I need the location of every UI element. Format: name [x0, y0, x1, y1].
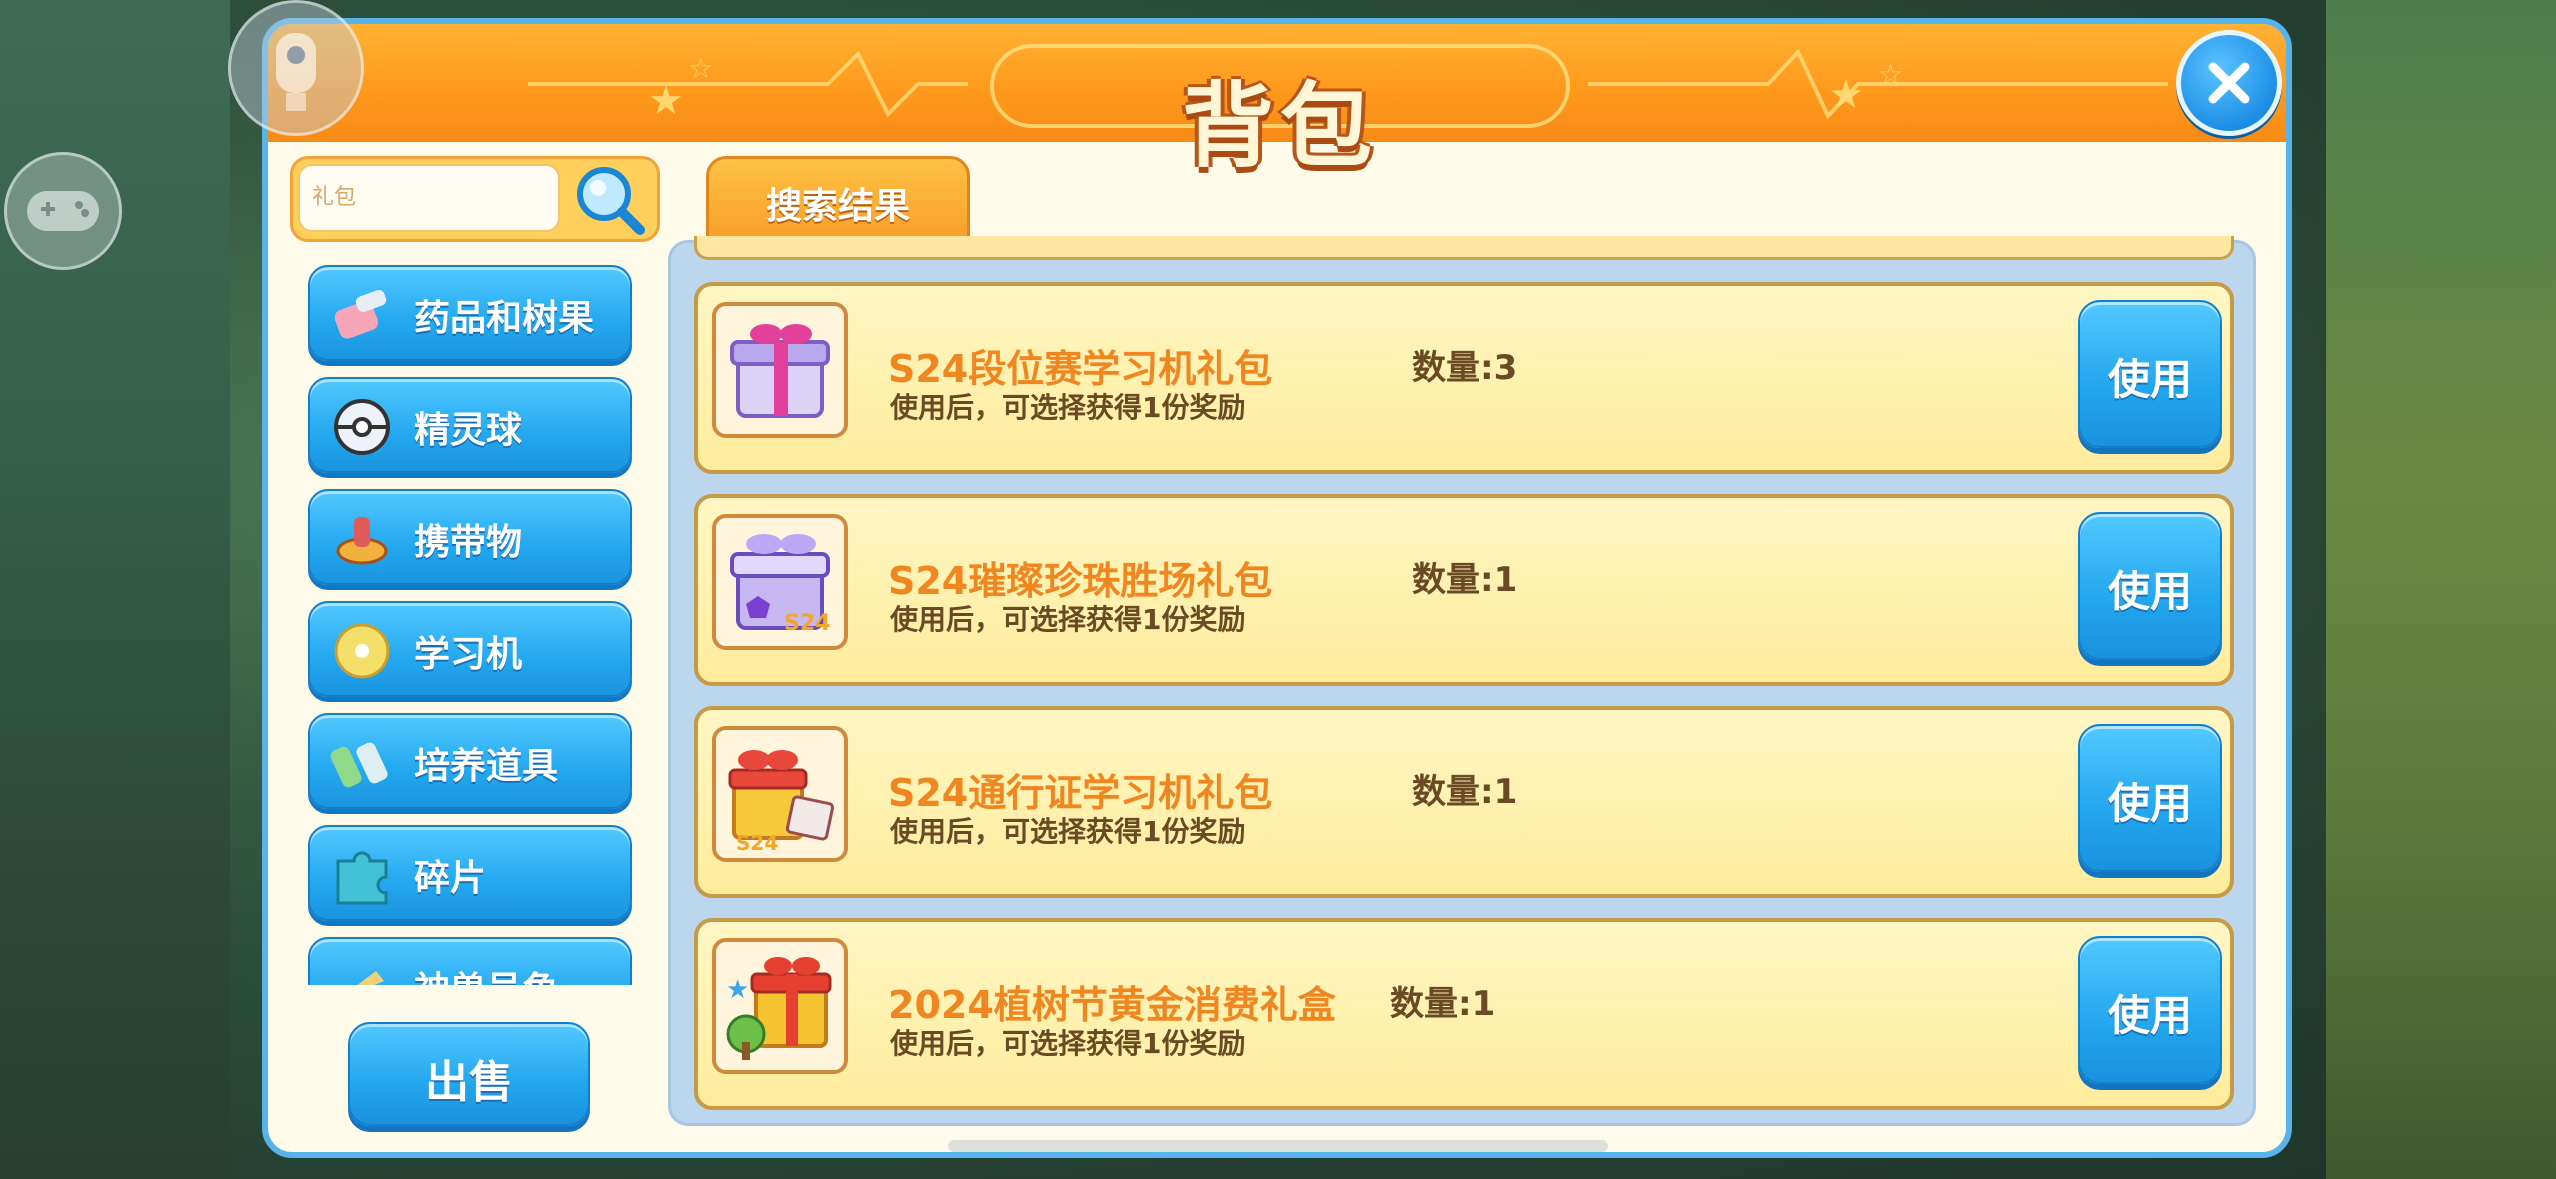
puzzle-icon: [336, 851, 388, 905]
use-button[interactable]: 使用: [2078, 300, 2222, 448]
svg-text:☆: ☆: [1878, 58, 1903, 91]
item-quantity: 数量:1: [1390, 984, 1496, 1024]
page-title: 背包: [1181, 73, 1378, 180]
close-icon: [2208, 62, 2250, 104]
close-button[interactable]: [2176, 30, 2282, 136]
item-quantity: 数量:3: [1412, 348, 1518, 388]
horn-icon: [357, 971, 384, 985]
sell-button[interactable]: 出售: [348, 1022, 590, 1126]
gift-box-red-icon: S24: [712, 726, 848, 862]
item-name: S24璀璨珍珠胜场礼包: [888, 559, 1273, 603]
search-icon[interactable]: [572, 164, 648, 236]
item-name: S24段位赛学习机礼包: [888, 347, 1273, 391]
svg-text:☆: ☆: [688, 52, 713, 85]
sidebar-item-horn[interactable]: 神兽号角: [308, 937, 632, 985]
sidebar-item-training[interactable]: 培养道具: [308, 713, 632, 809]
home-indicator: [948, 1140, 1608, 1152]
use-button-label: 使用: [2107, 779, 2192, 828]
sell-button-label: 出售: [425, 1057, 513, 1108]
svg-text:★: ★: [726, 975, 749, 1005]
sidebar-item-label: 精灵球: [414, 410, 523, 451]
item-name: 2024植树节黄金消费礼盒: [888, 983, 1336, 1027]
item-quantity: 数量:1: [1412, 560, 1518, 600]
use-button[interactable]: 使用: [2078, 936, 2222, 1084]
list-item: ★ 2024植树节黄金消费礼盒 使用后，可选择获得1份奖励 数量:1 使用: [694, 918, 2234, 1110]
item-name: S24通行证学习机礼包: [888, 771, 1273, 815]
robot-icon[interactable]: [228, 0, 364, 136]
gamepad-icon[interactable]: [4, 152, 122, 270]
list-item: S24段位赛学习机礼包 使用后，可选择获得1份奖励 数量:3 使用: [694, 282, 2234, 474]
sidebar-item-medicine[interactable]: 药品和树果: [308, 265, 632, 361]
item-description: 使用后，可选择获得1份奖励: [890, 815, 1246, 848]
sidebar-item-label: 学习机: [414, 634, 523, 675]
item-quantity: 数量:1: [1412, 772, 1518, 812]
use-button-label: 使用: [2107, 991, 2192, 1040]
sidebar-item-fragments[interactable]: 碎片: [308, 825, 632, 921]
category-list: 药品和树果 精灵球 携带物 学习机 培养道具 碎片 神兽号角: [300, 255, 645, 985]
disc-icon: [334, 623, 390, 679]
tab-search-results[interactable]: 搜索结果: [706, 156, 970, 240]
svg-text:★: ★: [648, 78, 684, 124]
use-button-label: 使用: [2107, 355, 2192, 404]
sidebar-item-tm[interactable]: 学习机: [308, 601, 632, 697]
sidebar-item-label: 药品和树果: [414, 298, 595, 339]
gift-box-gold-icon: ★: [712, 938, 848, 1074]
training-item-icon: [330, 742, 388, 788]
sidebar-item-label: 神兽号角: [414, 961, 558, 985]
list-item: S24 S24通行证学习机礼包 使用后，可选择获得1份奖励 数量:1 使用: [694, 706, 2234, 898]
held-item-icon: [336, 517, 388, 565]
search-input[interactable]: 礼包: [298, 164, 560, 232]
gift-box-pearl-icon: S24: [712, 514, 848, 650]
item-description: 使用后，可选择获得1份奖励: [890, 1027, 1246, 1060]
sidebar-item-pokeball[interactable]: 精灵球: [308, 377, 632, 473]
background-right: [2326, 0, 2556, 1179]
svg-text:★: ★: [1828, 72, 1864, 118]
use-button[interactable]: 使用: [2078, 724, 2222, 872]
pokeball-icon: [334, 399, 390, 455]
use-button[interactable]: 使用: [2078, 512, 2222, 660]
use-button-label: 使用: [2107, 567, 2192, 616]
sidebar-item-label: 碎片: [414, 858, 487, 899]
potion-icon: [334, 290, 387, 339]
sidebar-item-label: 携带物: [414, 522, 523, 563]
gift-box-purple-icon: [712, 302, 848, 438]
tab-label: 搜索结果: [765, 186, 910, 227]
svg-text:S24: S24: [784, 611, 830, 636]
item-description: 使用后，可选择获得1份奖励: [890, 391, 1246, 424]
title-bar: ★ ★ ☆ ☆ 背包: [268, 24, 2286, 180]
list-item-partial: [694, 236, 2234, 260]
title-plate: 背包: [990, 44, 1570, 180]
sidebar-item-held-items[interactable]: 携带物: [308, 489, 632, 585]
svg-text:S24: S24: [736, 831, 778, 855]
item-description: 使用后，可选择获得1份奖励: [890, 603, 1246, 636]
list-item: S24 S24璀璨珍珠胜场礼包 使用后，可选择获得1份奖励 数量:1 使用: [694, 494, 2234, 686]
sidebar-item-label: 培养道具: [414, 746, 559, 787]
